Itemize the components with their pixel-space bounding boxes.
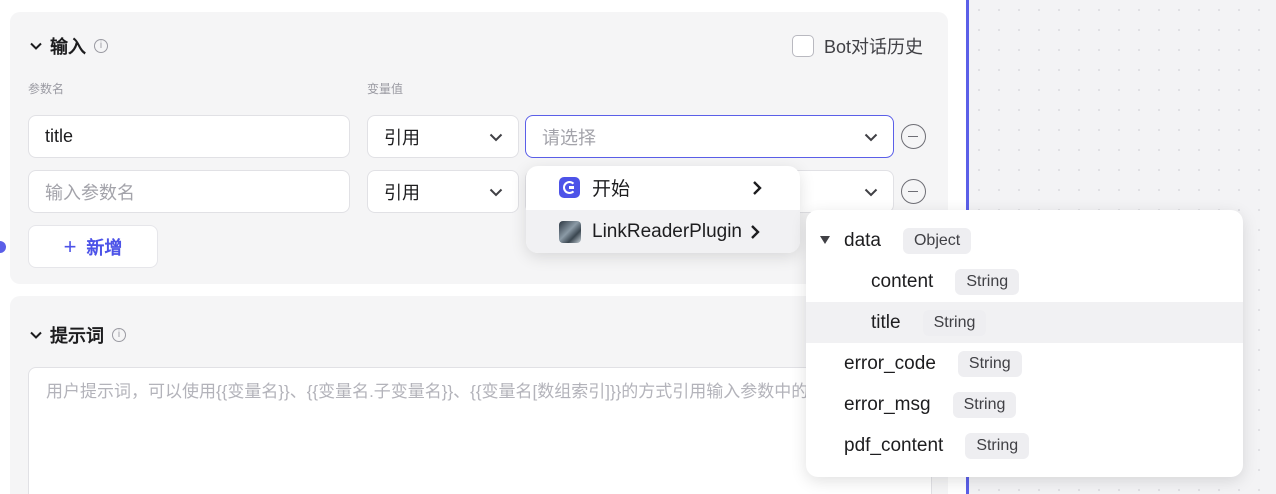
prompt-textarea[interactable]: 用户提示词，可以使用{{变量名}}、{{变量名.子变量名}}、{{变量名[数组索… [28,367,932,494]
plus-icon: + [63,233,77,259]
menu-item-linkreaderplugin[interactable]: LinkReaderPlugin [526,210,800,253]
chevron-down-icon[interactable] [28,327,44,343]
ref-type-label: 引用 [384,182,420,203]
tree-item-title[interactable]: title String [806,302,1243,343]
chevron-down-icon [864,188,878,197]
add-param-label: 新增 [86,237,123,258]
chevron-down-icon[interactable] [28,38,44,54]
tree-item-error-msg[interactable]: error_msg String [806,384,1243,425]
param-name-input[interactable]: 输入参数名 [28,170,350,213]
add-param-button[interactable]: + 新增 [28,225,158,268]
type-tag: String [922,309,987,336]
var-value-header: 变量值 [367,82,404,96]
type-tag: String [952,391,1017,418]
ref-type-select[interactable]: 引用 [367,115,519,158]
tree-item-name: pdf_content [844,434,944,456]
input-section-header[interactable]: 输入 i [28,33,108,59]
chevron-down-icon [489,188,503,197]
chevron-right-icon [751,225,760,239]
info-icon[interactable]: i [112,328,126,342]
prompt-section-header[interactable]: 提示词 i [28,322,126,348]
type-tag: String [955,268,1020,295]
tree-item-pdf-content[interactable]: pdf_content String [806,425,1243,466]
prompt-section-title: 提示词 [50,326,104,346]
variable-tree-menu: data Object content String title String … [806,210,1243,477]
chevron-down-icon [864,133,878,142]
node-source-menu: 开始 LinkReaderPlugin [526,166,800,253]
remove-row-button[interactable] [901,179,926,204]
input-section-title: 输入 [50,37,86,57]
bot-history-toggle[interactable]: Bot对话历史 [792,33,923,59]
remove-row-button[interactable] [901,124,926,149]
bot-history-checkbox[interactable] [792,35,814,57]
menu-item-start[interactable]: 开始 [526,166,800,209]
ref-type-select[interactable]: 引用 [367,170,519,213]
tree-item-error-code[interactable]: error_code String [806,343,1243,384]
caret-down-icon[interactable] [820,236,830,244]
type-tag: String [965,432,1030,459]
info-icon[interactable]: i [94,39,108,53]
chevron-right-icon [753,181,762,195]
tree-item-name: data [844,229,881,251]
bot-history-label: Bot对话历史 [824,37,924,57]
start-node-icon [559,177,580,198]
tree-item-name: error_msg [844,393,931,415]
param-name-input[interactable]: title [28,115,350,158]
param-name-header: 参数名 [28,82,65,96]
tree-item-content[interactable]: content String [806,261,1243,302]
ref-type-label: 引用 [384,127,420,148]
tree-item-name: error_code [844,352,936,374]
menu-item-label: LinkReaderPlugin [592,220,742,242]
tree-item-name: content [871,270,934,292]
menu-item-label: 开始 [592,179,631,200]
chevron-down-icon [489,133,503,142]
tree-item-name: title [871,311,901,333]
variable-select[interactable]: 请选择 [525,115,894,158]
plugin-image-icon [559,220,581,243]
type-tag: Object [902,227,972,254]
variable-select-placeholder: 请选择 [542,127,596,148]
type-tag: String [957,350,1022,377]
tree-item-data[interactable]: data Object [806,220,1243,261]
